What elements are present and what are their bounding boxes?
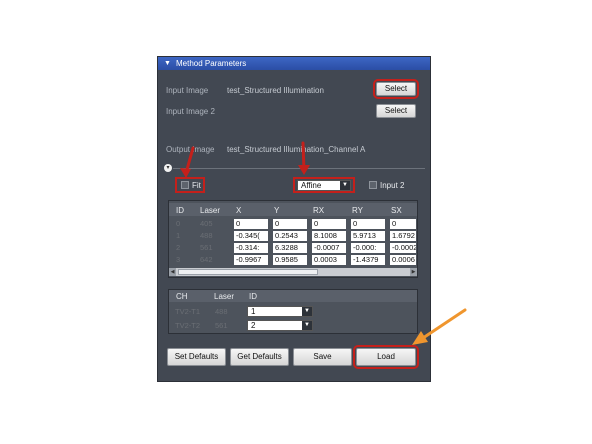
annotation-arrows bbox=[180, 141, 467, 345]
fit-arrow-icon bbox=[180, 146, 195, 178]
transform-arrow-icon bbox=[298, 141, 310, 175]
load-arrow-icon bbox=[412, 308, 467, 345]
